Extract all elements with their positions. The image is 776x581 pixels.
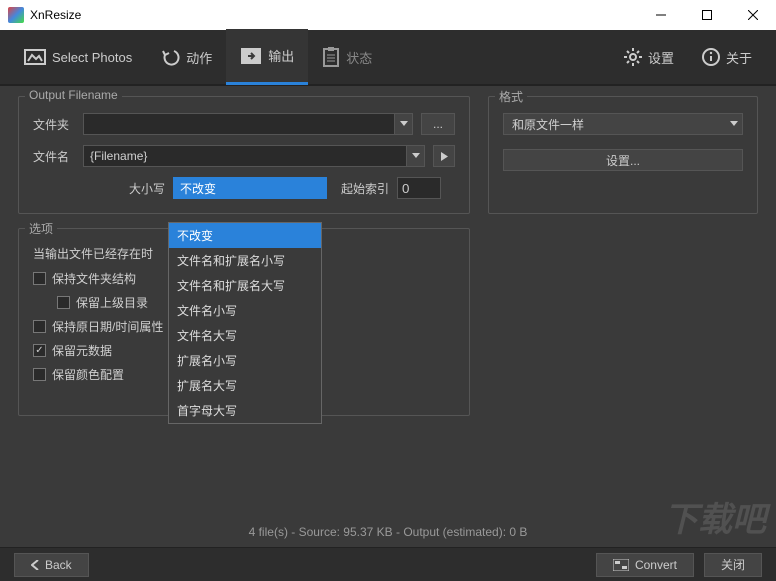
- keep-meta-label: 保留元数据: [52, 342, 112, 359]
- case-option[interactable]: 文件名小写: [169, 298, 321, 323]
- output-filename-legend: Output Filename: [25, 88, 122, 102]
- keep-folder-label: 保持文件夹结构: [52, 270, 136, 287]
- keep-date-label: 保持原日期/时间属性: [52, 318, 163, 335]
- keep-parent-checkbox[interactable]: [57, 296, 70, 309]
- case-combo[interactable]: 不改变: [173, 177, 327, 199]
- case-label: 大小写: [125, 180, 165, 197]
- start-index-label: 起始索引: [335, 180, 389, 197]
- tab-output-label: 输出: [268, 46, 294, 65]
- start-index-input[interactable]: [397, 177, 441, 199]
- folder-label: 文件夹: [33, 116, 75, 133]
- about-button[interactable]: 关于: [688, 29, 766, 85]
- case-option[interactable]: 不改变: [169, 223, 321, 248]
- format-settings-button[interactable]: 设置...: [503, 149, 743, 171]
- options-legend: 选项: [25, 220, 57, 237]
- case-option[interactable]: 文件名和扩展名大写: [169, 273, 321, 298]
- window-title: XnResize: [30, 8, 638, 22]
- tab-select-photos[interactable]: Select Photos: [10, 29, 146, 85]
- tab-action-label: 动作: [186, 48, 212, 67]
- about-label: 关于: [726, 48, 752, 67]
- case-selected: 不改变: [180, 180, 216, 197]
- format-legend: 格式: [495, 88, 527, 105]
- chevron-down-icon: [406, 146, 424, 166]
- case-option[interactable]: 首字母大写: [169, 398, 321, 423]
- photos-icon: [24, 47, 46, 67]
- keep-color-label: 保留颜色配置: [52, 366, 124, 383]
- app-icon: [8, 7, 24, 23]
- filename-apply-button[interactable]: [433, 145, 455, 167]
- keep-folder-checkbox[interactable]: [33, 272, 46, 285]
- gear-icon: [624, 48, 642, 66]
- close-button[interactable]: [730, 0, 776, 30]
- case-dropdown: 不改变 文件名和扩展名小写 文件名和扩展名大写 文件名小写 文件名大写 扩展名小…: [168, 222, 322, 424]
- tab-select-photos-label: Select Photos: [52, 50, 132, 65]
- convert-label: Convert: [635, 558, 677, 572]
- chevron-down-icon: [394, 114, 412, 134]
- filename-value: {Filename}: [90, 149, 147, 163]
- format-fieldset: 格式 和原文件一样 设置...: [488, 96, 758, 214]
- back-label: Back: [45, 558, 72, 572]
- case-option[interactable]: 文件名和扩展名小写: [169, 248, 321, 273]
- status-line: 4 file(s) - Source: 95.37 KB - Output (e…: [0, 521, 776, 543]
- tab-action[interactable]: 动作: [146, 29, 226, 85]
- keep-color-checkbox[interactable]: [33, 368, 46, 381]
- titlebar: XnResize: [0, 0, 776, 30]
- main-toolbar: Select Photos 动作 输出 状态 设置 关于: [0, 30, 776, 86]
- keep-parent-label: 保留上级目录: [76, 294, 148, 311]
- convert-icon: [613, 559, 629, 571]
- close-footer-button[interactable]: 关闭: [704, 553, 762, 577]
- case-option[interactable]: 扩展名大写: [169, 373, 321, 398]
- tab-status-label: 状态: [346, 48, 372, 67]
- back-button[interactable]: Back: [14, 553, 89, 577]
- undo-icon: [160, 47, 180, 67]
- settings-button[interactable]: 设置: [610, 29, 688, 85]
- chevron-down-icon: [730, 121, 738, 127]
- settings-label: 设置: [648, 48, 674, 67]
- tab-status[interactable]: 状态: [308, 29, 386, 85]
- case-option[interactable]: 文件名大写: [169, 323, 321, 348]
- keep-meta-checkbox[interactable]: ✓: [33, 344, 46, 357]
- filename-combo[interactable]: {Filename}: [83, 145, 425, 167]
- keep-date-checkbox[interactable]: [33, 320, 46, 333]
- info-icon: [702, 48, 720, 66]
- tab-output[interactable]: 输出: [226, 29, 308, 85]
- minimize-button[interactable]: [638, 0, 684, 30]
- output-filename-fieldset: Output Filename 文件夹 ... 文件名 {Filename}: [18, 96, 470, 214]
- folder-combo[interactable]: [83, 113, 413, 135]
- format-value: 和原文件一样: [512, 116, 584, 133]
- convert-button[interactable]: Convert: [596, 553, 694, 577]
- export-icon: [240, 47, 262, 65]
- filename-label: 文件名: [33, 148, 75, 165]
- chevron-left-icon: [31, 560, 39, 570]
- clipboard-icon: [322, 47, 340, 67]
- format-combo[interactable]: 和原文件一样: [503, 113, 743, 135]
- footer: Back Convert 关闭: [0, 547, 776, 581]
- browse-folder-button[interactable]: ...: [421, 113, 455, 135]
- maximize-button[interactable]: [684, 0, 730, 30]
- case-option[interactable]: 扩展名小写: [169, 348, 321, 373]
